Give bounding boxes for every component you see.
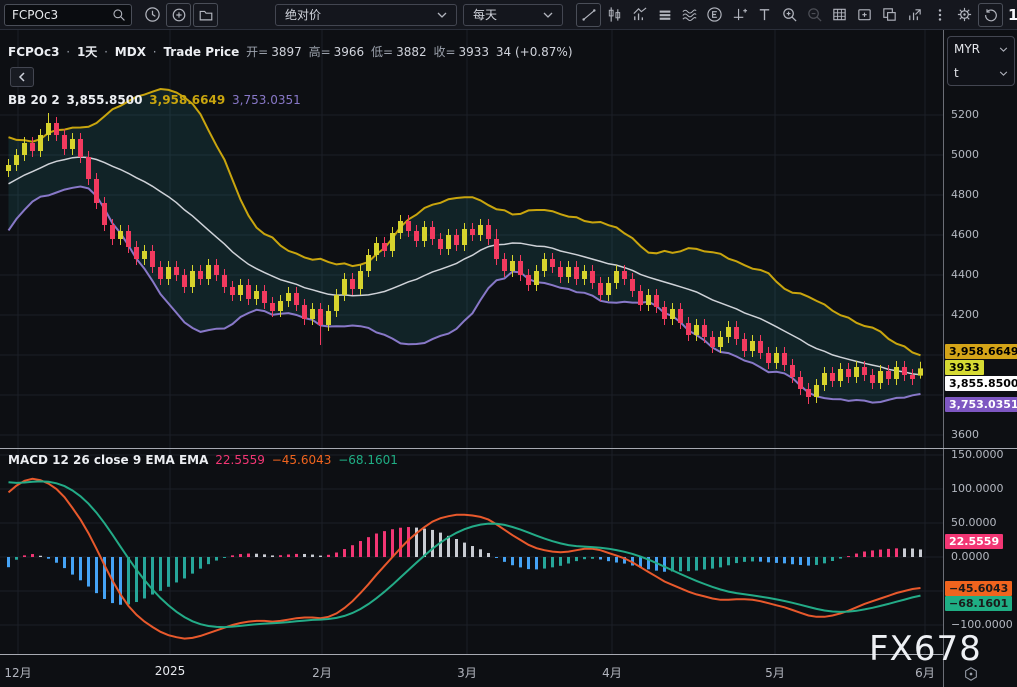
reset-chart-icon[interactable] bbox=[978, 3, 1003, 27]
price-mode-dropdown[interactable]: 绝对价 bbox=[275, 4, 457, 26]
e-circle-icon[interactable] bbox=[703, 4, 726, 26]
top-toolbar: 绝对价 每天 bbox=[0, 0, 1017, 30]
waves-icon[interactable] bbox=[678, 4, 701, 26]
macd-indicator-legend[interactable]: MACD 12 26 close 9 EMA EMA 22.5559 −45.6… bbox=[8, 453, 401, 467]
symbol-legend: FCPOc3 · 1天 · MDX · Trade Price 开=3897 高… bbox=[8, 43, 576, 60]
price-tick: 4200 bbox=[951, 308, 979, 321]
layout-rows-icon[interactable] bbox=[653, 4, 676, 26]
close-label: 收= bbox=[433, 45, 455, 59]
currency-unit-box: MYR t bbox=[947, 36, 1015, 86]
settings-gear-icon[interactable] bbox=[953, 4, 976, 26]
zoom-out-icon bbox=[803, 4, 826, 26]
separator-dot: · bbox=[153, 45, 157, 59]
bb-upper-value: 3,958.6649 bbox=[149, 93, 225, 107]
price-tick: 3600 bbox=[951, 428, 979, 441]
folder-icon[interactable] bbox=[193, 3, 218, 27]
symbol-interval[interactable]: 1天 bbox=[77, 45, 97, 59]
macd-line-value: −45.6043 bbox=[272, 453, 332, 467]
symbol-name[interactable]: FCPOc3 bbox=[8, 45, 59, 59]
macd-badge: −68.1601 bbox=[945, 596, 1012, 611]
price-badge: 3,958.6649 bbox=[945, 344, 1017, 359]
macd-tick: 0.0000 bbox=[951, 550, 990, 563]
symbol-search-input[interactable] bbox=[10, 7, 112, 23]
more-options-icon[interactable] bbox=[928, 4, 951, 26]
macd-pane-chart[interactable] bbox=[0, 449, 943, 654]
pane-separator[interactable] bbox=[0, 448, 1017, 449]
separator-dot: · bbox=[66, 45, 70, 59]
bb-basis-value: 3,855.8500 bbox=[67, 93, 143, 107]
price-badge: 3,753.0351 bbox=[945, 397, 1017, 412]
price-scale[interactable]: MYR t 5200 5000 4800 4600 4400 4200 3600 3,958.… bbox=[943, 30, 1017, 687]
open-value: 3897 bbox=[271, 45, 302, 59]
macd-tick: 50.0000 bbox=[951, 516, 997, 529]
text-tool-icon[interactable] bbox=[753, 4, 776, 26]
macd-badge: −45.6043 bbox=[945, 581, 1012, 596]
separator-dot: · bbox=[104, 45, 108, 59]
unit-label: t bbox=[954, 66, 959, 80]
unit-dropdown[interactable]: t bbox=[948, 61, 1014, 85]
interval-label: 每天 bbox=[473, 6, 497, 23]
time-tick: 4月 bbox=[602, 664, 622, 681]
snapshot-icon[interactable] bbox=[853, 4, 876, 26]
close-value: 3933 bbox=[459, 45, 490, 59]
macd-tick: 100.0000 bbox=[951, 482, 1004, 495]
price-badge: 3,855.8500 bbox=[945, 376, 1017, 391]
currency-dropdown[interactable]: MYR bbox=[948, 37, 1014, 61]
low-value: 3882 bbox=[396, 45, 427, 59]
time-tick: 5月 bbox=[765, 664, 785, 681]
price-badge: 3933 bbox=[945, 360, 984, 375]
macd-signal-value: −68.1601 bbox=[338, 453, 398, 467]
add-alert-icon[interactable] bbox=[728, 4, 751, 26]
trendline-tool-icon[interactable] bbox=[576, 3, 601, 27]
chevron-down-icon bbox=[543, 12, 553, 18]
time-tick: 2月 bbox=[312, 664, 332, 681]
high-label: 高= bbox=[309, 45, 331, 59]
price-tick: 4600 bbox=[951, 228, 979, 241]
open-label: 开= bbox=[246, 45, 268, 59]
price-type: Trade Price bbox=[163, 45, 239, 59]
trading-chart-app: 绝对价 每天 bbox=[0, 0, 1017, 687]
table-icon[interactable] bbox=[828, 4, 851, 26]
chevron-down-icon bbox=[999, 47, 1008, 52]
symbol-exchange: MDX bbox=[115, 45, 146, 59]
collapse-legend-button[interactable] bbox=[10, 67, 34, 87]
time-tick: 3月 bbox=[457, 664, 477, 681]
time-scale[interactable]: 12月20252月3月4月5月6月 bbox=[0, 654, 1017, 687]
interval-dropdown[interactable]: 每天 bbox=[463, 4, 563, 26]
bb-title: BB 20 2 bbox=[8, 93, 60, 107]
candle-style-icon[interactable] bbox=[603, 4, 626, 26]
macd-badge: 22.5559 bbox=[945, 534, 1003, 549]
tradingview-logo[interactable]: 17 bbox=[1008, 6, 1017, 24]
history-clock-icon[interactable] bbox=[141, 4, 164, 26]
macd-hist-value: 22.5559 bbox=[215, 453, 265, 467]
price-tick: 5200 bbox=[951, 108, 979, 121]
price-tick: 4800 bbox=[951, 188, 979, 201]
change-value: 34 (+0.87%) bbox=[496, 45, 573, 59]
currency-label: MYR bbox=[954, 42, 980, 56]
watermark: FX678 bbox=[869, 629, 982, 669]
chevron-left-icon bbox=[18, 72, 26, 82]
low-label: 低= bbox=[371, 45, 393, 59]
compare-add-icon[interactable] bbox=[166, 3, 191, 27]
price-mode-label: 绝对价 bbox=[285, 6, 321, 23]
zoom-in-icon[interactable] bbox=[778, 4, 801, 26]
time-tick: 12月 bbox=[4, 664, 31, 681]
time-tick: 2025 bbox=[155, 664, 186, 678]
bb-lower-value: 3,753.0351 bbox=[232, 93, 301, 107]
price-tick: 4400 bbox=[951, 268, 979, 281]
chevron-down-icon bbox=[999, 71, 1008, 76]
export-chart-icon[interactable] bbox=[903, 4, 926, 26]
indicators-icon[interactable] bbox=[628, 4, 651, 26]
macd-title: MACD 12 26 close 9 EMA EMA bbox=[8, 453, 208, 467]
bb-indicator-legend[interactable]: BB 20 2 3,855.8500 3,958.6649 3,753.0351 bbox=[8, 93, 304, 107]
window-layout-icon[interactable] bbox=[878, 4, 901, 26]
macd-tick: 150.0000 bbox=[951, 448, 1004, 461]
high-value: 3966 bbox=[334, 45, 365, 59]
price-tick: 5000 bbox=[951, 148, 979, 161]
chart-region: FCPOc3 · 1天 · MDX · Trade Price 开=3897 高… bbox=[0, 30, 1017, 687]
symbol-search[interactable] bbox=[4, 4, 132, 26]
chevron-down-icon bbox=[437, 12, 447, 18]
search-icon[interactable] bbox=[112, 8, 126, 22]
